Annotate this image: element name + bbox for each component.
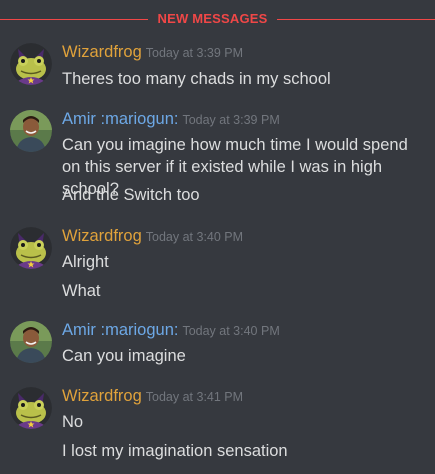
message-header: Wizardfrog Today at 3:41 PM — [62, 387, 243, 406]
new-messages-label: NEW MESSAGES — [157, 11, 268, 26]
message-header: Wizardfrog Today at 3:39 PM — [62, 43, 243, 62]
author-name[interactable]: Amir :mariogun: — [62, 110, 178, 128]
new-messages-divider: NEW MESSAGES — [0, 10, 435, 30]
message-text: I lost my imagination sensation — [62, 442, 288, 460]
timestamp: Today at 3:40 PM — [182, 324, 280, 338]
timestamp: Today at 3:40 PM — [145, 230, 244, 244]
message-header: Amir :mariogun: Today at 3:39 PM — [62, 110, 280, 129]
frog-avatar-icon[interactable] — [10, 387, 52, 429]
divider-line-left — [0, 19, 148, 20]
message-text: And the Switch too — [62, 186, 200, 204]
author-name[interactable]: Wizardfrog — [62, 43, 142, 61]
person-avatar-icon[interactable] — [10, 110, 52, 152]
message-text: Can you imagine — [62, 347, 186, 365]
timestamp: Today at 3:39 PM — [182, 113, 280, 127]
message-text: What — [62, 282, 101, 300]
message-header: Wizardfrog Today at 3:40 PM — [62, 227, 243, 246]
author-name[interactable]: Wizardfrog — [62, 387, 142, 405]
author-name[interactable]: Wizardfrog — [62, 227, 142, 245]
message-text: Theres too many chads in my school — [62, 70, 331, 88]
message-header: Amir :mariogun: Today at 3:40 PM — [62, 321, 280, 340]
person-avatar-icon[interactable] — [10, 321, 52, 363]
author-name[interactable]: Amir :mariogun: — [62, 321, 178, 339]
timestamp: Today at 3:39 PM — [145, 46, 244, 60]
message-text: No — [62, 413, 84, 431]
timestamp: Today at 3:41 PM — [145, 390, 244, 404]
frog-avatar-icon[interactable] — [10, 43, 52, 85]
frog-avatar-icon[interactable] — [10, 227, 52, 269]
divider-line-right — [277, 19, 435, 20]
message-text: Alright — [62, 253, 109, 271]
